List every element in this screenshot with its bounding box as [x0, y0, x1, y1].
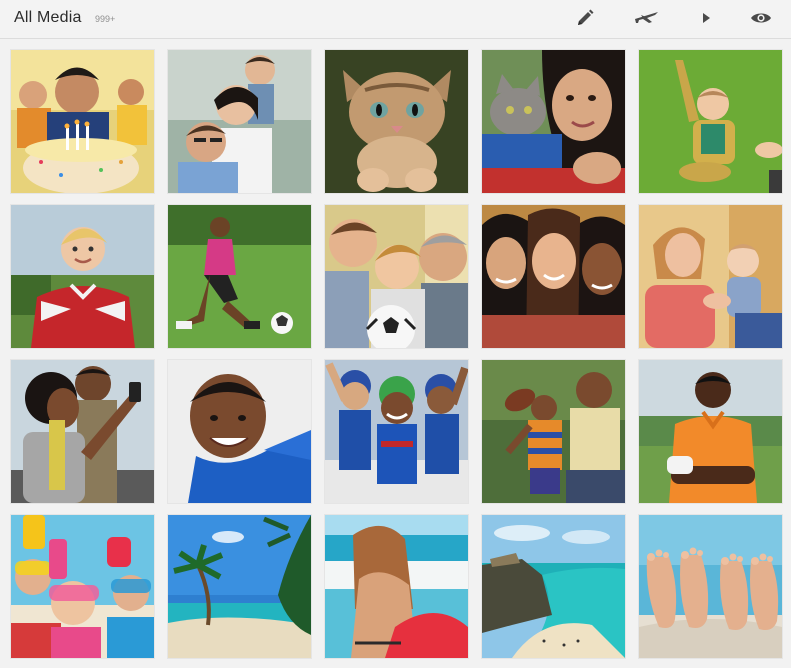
photo-boy-blue-shirt	[168, 360, 311, 503]
view-button[interactable]	[748, 6, 774, 30]
photo-girl-with-cat	[482, 50, 625, 193]
media-tile[interactable]	[168, 50, 311, 193]
photo-coastline-ruins	[482, 515, 625, 658]
media-count-badge: 999+	[95, 14, 116, 24]
photo-family-piggyback	[168, 50, 311, 193]
photo-grandfather-football	[482, 360, 625, 503]
media-tile[interactable]	[482, 50, 625, 193]
photo-feet-in-sand	[639, 515, 782, 658]
photo-palm-beach	[168, 515, 311, 658]
airplane-icon	[635, 12, 658, 23]
photo-baby-on-grass	[639, 50, 782, 193]
eye-icon	[751, 13, 771, 23]
media-tile[interactable]	[325, 50, 468, 193]
photo-woman-bodyboard	[325, 515, 468, 658]
media-tile[interactable]	[168, 360, 311, 503]
photo-three-women-smiling	[482, 205, 625, 348]
share-button[interactable]	[632, 6, 662, 30]
media-grid	[11, 50, 782, 658]
media-tile[interactable]	[11, 515, 154, 658]
photo-couple-selfie	[11, 360, 154, 503]
media-tile[interactable]	[168, 205, 311, 348]
media-tile[interactable]	[325, 515, 468, 658]
media-library-window: All Media 999+	[0, 0, 791, 668]
page-title: All Media	[14, 9, 82, 26]
media-tile[interactable]	[482, 360, 625, 503]
media-tile[interactable]	[11, 50, 154, 193]
pencil-icon	[578, 9, 594, 25]
photo-kids-snorkeling	[11, 515, 154, 658]
photo-girl-kicking-ball	[168, 205, 311, 348]
photo-boy-soccer-jersey	[11, 205, 154, 348]
media-tile[interactable]	[639, 515, 782, 658]
media-tile[interactable]	[11, 205, 154, 348]
photo-man-orange-shirt	[639, 360, 782, 503]
media-tile[interactable]	[639, 50, 782, 193]
media-tile[interactable]	[168, 515, 311, 658]
play-button[interactable]	[693, 6, 719, 30]
media-tile[interactable]	[639, 205, 782, 348]
media-tile[interactable]	[11, 360, 154, 503]
photo-mother-and-baby	[639, 205, 782, 348]
photo-kitten	[325, 50, 468, 193]
top-bar: All Media 999+	[0, 0, 791, 39]
photo-kids-baseball-team	[325, 360, 468, 503]
edit-button[interactable]	[572, 6, 598, 30]
media-tile[interactable]	[325, 360, 468, 503]
photo-birthday-cake	[11, 50, 154, 193]
media-tile[interactable]	[482, 205, 625, 348]
play-icon	[703, 13, 710, 23]
media-tile[interactable]	[639, 360, 782, 503]
media-tile[interactable]	[325, 205, 468, 348]
media-tile[interactable]	[482, 515, 625, 658]
photo-men-with-soccer-ball	[325, 205, 468, 348]
